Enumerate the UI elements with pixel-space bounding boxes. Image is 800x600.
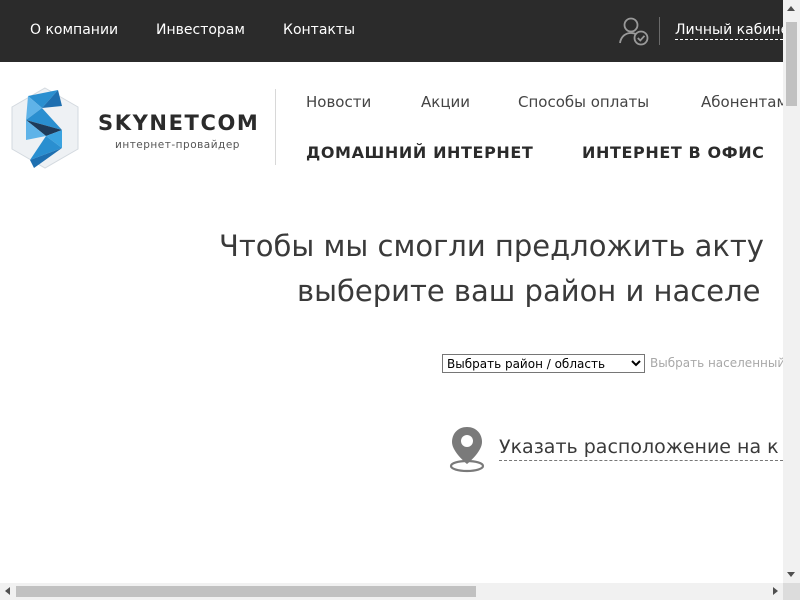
- logo-title[interactable]: SKYNETCOM: [98, 111, 259, 135]
- nav-subscribers[interactable]: Абонентам: [701, 93, 783, 111]
- specify-location-link[interactable]: Указать расположение на к: [499, 436, 783, 461]
- nav-payment-methods[interactable]: Способы оплаты: [518, 93, 649, 111]
- top-bar: О компании Инвесторам Контакты Личный ка…: [0, 0, 783, 62]
- header-divider: [275, 89, 276, 165]
- nav-home-internet[interactable]: ДОМАШНИЙ ИНТЕРНЕТ: [306, 143, 533, 162]
- scroll-left-icon[interactable]: [5, 587, 10, 595]
- topnav-contacts[interactable]: Контакты: [283, 22, 355, 38]
- personal-cabinet-link[interactable]: Личный кабинет: [675, 22, 783, 40]
- headline-line-1: Чтобы мы смогли предложить акту: [219, 229, 764, 263]
- topbar-divider: [659, 17, 660, 45]
- scroll-down-icon[interactable]: [787, 572, 795, 577]
- nav-promotions[interactable]: Акции: [421, 93, 470, 111]
- logo-subtitle: интернет-провайдер: [115, 139, 240, 151]
- horizontal-scrollbar[interactable]: [0, 583, 783, 600]
- vertical-scrollbar[interactable]: [783, 0, 800, 583]
- topnav-about[interactable]: О компании: [30, 22, 118, 38]
- user-check-icon[interactable]: [618, 16, 650, 46]
- region-select[interactable]: Выбрать район / область: [442, 354, 645, 373]
- map-pin-icon[interactable]: [447, 424, 487, 474]
- skynetcom-logo-icon[interactable]: [10, 86, 80, 170]
- nav-office-internet[interactable]: ИНТЕРНЕТ В ОФИС: [582, 143, 783, 162]
- vertical-scroll-thumb[interactable]: [786, 22, 797, 106]
- locality-select[interactable]: Выбрать населенный: [650, 356, 783, 370]
- horizontal-scroll-thumb[interactable]: [16, 586, 476, 597]
- nav-news[interactable]: Новости: [306, 93, 371, 111]
- scrollbar-corner: [783, 583, 800, 600]
- scroll-up-icon[interactable]: [787, 6, 795, 11]
- scroll-right-icon[interactable]: [773, 587, 778, 595]
- topnav-investors[interactable]: Инвесторам: [156, 22, 245, 38]
- headline-line-2: выберите ваш район и населе: [297, 274, 761, 308]
